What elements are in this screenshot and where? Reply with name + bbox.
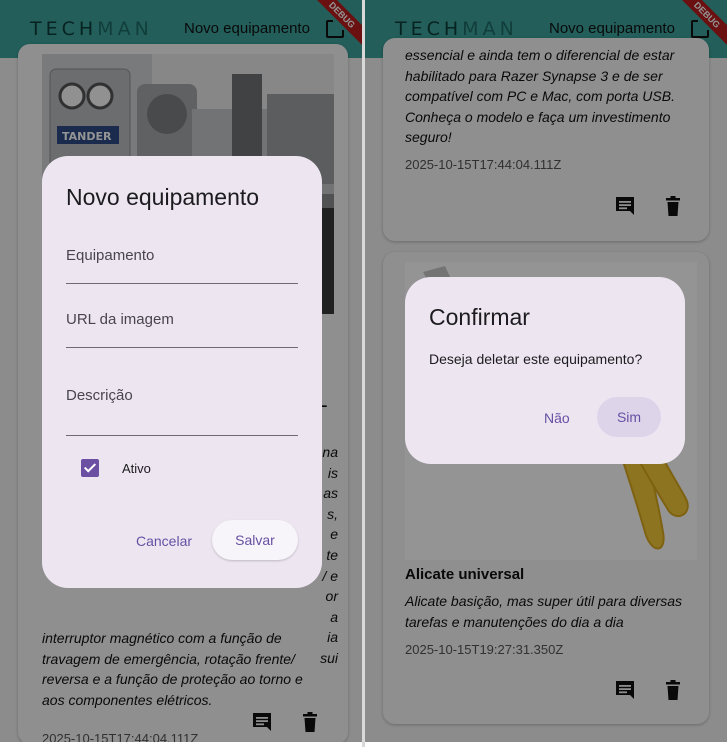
cancel-button[interactable]: Cancelar	[136, 533, 192, 549]
left-screen: TECHMAN Novo equipamento DEBUG TANDER L …	[0, 0, 362, 742]
equipment-field-label: Equipamento	[66, 247, 155, 264]
image-url-field-label: URL da imagem	[66, 311, 174, 328]
description-field[interactable]: Descrição	[66, 370, 298, 436]
no-button[interactable]: Não	[544, 410, 570, 426]
dialog-title: Confirmar	[429, 304, 530, 330]
new-equipment-dialog: Novo equipamento Equipamento URL da imag…	[42, 156, 322, 588]
dialog-message: Deseja deletar este equipamento?	[429, 351, 643, 367]
image-url-field[interactable]: URL da imagem	[66, 306, 298, 348]
active-checkbox[interactable]	[81, 459, 99, 477]
dialog-title: Novo equipamento	[66, 184, 260, 210]
right-screen: TECHMAN Novo equipamento DEBUG essencial…	[365, 0, 727, 742]
yes-button[interactable]: Sim	[597, 397, 661, 437]
description-field-label: Descrição	[66, 387, 133, 404]
confirm-dialog: Confirmar Deseja deletar este equipament…	[405, 277, 685, 464]
active-checkbox-label: Ativo	[122, 461, 151, 476]
equipment-field[interactable]: Equipamento	[66, 242, 298, 284]
save-button[interactable]: Salvar	[212, 520, 298, 560]
